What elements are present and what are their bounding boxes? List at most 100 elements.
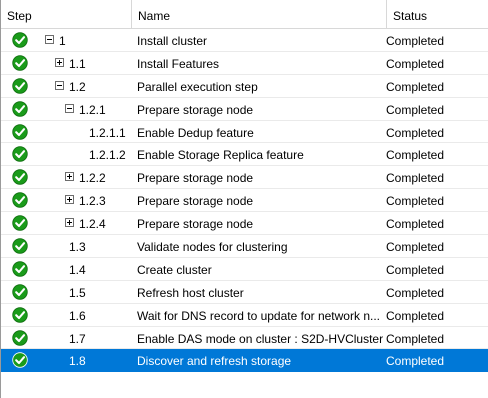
- table-row[interactable]: 1.2.4 Prepare storage node Completed: [1, 212, 488, 236]
- step-number: 1.2.1.2: [89, 148, 126, 163]
- step-name: Enable Dedup feature: [137, 125, 254, 140]
- step-name: Prepare storage node: [137, 194, 254, 209]
- check-icon: [12, 55, 28, 71]
- check-icon: [12, 32, 28, 48]
- table-row[interactable]: 1.3 Validate nodes for clustering Complete…: [1, 235, 488, 258]
- check-icon: [12, 284, 28, 300]
- column-header-name[interactable]: Name: [132, 0, 387, 28]
- table-row[interactable]: 1.2 Parallel execution step Completed: [1, 75, 488, 98]
- table-row[interactable]: 1.2.1.2 Enable Storage Replica feature Com…: [1, 143, 488, 167]
- step-cell: 1.6: [1, 304, 132, 326]
- step-name: Prepare storage node: [137, 102, 254, 117]
- step-name: Prepare storage node: [137, 217, 254, 232]
- step-number: 1.6: [69, 308, 86, 323]
- collapse-icon[interactable]: [45, 35, 54, 44]
- check-icon: [12, 169, 28, 186]
- step-name: Install cluster: [137, 34, 208, 48]
- table-row[interactable]: 1.7 Enable DAS mode on cluster : S2D-HVCl…: [1, 327, 488, 350]
- grid-header: Step Name Status: [1, 0, 488, 29]
- step-cell: 1.2.2: [1, 166, 132, 188]
- column-header-step[interactable]: Step: [1, 0, 132, 28]
- step-number: 1.8: [69, 354, 86, 369]
- step-status: Completed: [386, 194, 445, 209]
- table-row[interactable]: 1.4 Create cluster Completed: [1, 258, 488, 281]
- step-number: 1.2.4: [79, 217, 106, 232]
- step-name: Wait for DNS record to update for networ…: [137, 308, 380, 323]
- column-header-status[interactable]: Status: [387, 0, 488, 28]
- collapse-icon[interactable]: [65, 103, 74, 113]
- step-number: 1.2.1: [79, 102, 106, 117]
- step-name: Enable DAS mode on cluster : S2D-HVClust…: [137, 331, 384, 346]
- step-cell: 1.2.4: [1, 212, 132, 234]
- step-number: 1.4: [69, 262, 86, 277]
- check-icon: [12, 146, 28, 163]
- step-number: 1.5: [69, 285, 86, 300]
- step-number: 1.3: [69, 240, 86, 255]
- step-cell: 1.2.1: [1, 98, 132, 120]
- step-status: Completed: [386, 171, 445, 186]
- step-cell: 1.2: [1, 75, 132, 97]
- step-status: Completed: [386, 79, 445, 94]
- grid-rows: 1 Install cluster Completed 1.1 Install Feat…: [1, 29, 488, 373]
- step-cell: 1: [1, 29, 132, 51]
- step-cell: 1.3: [1, 235, 132, 257]
- step-name: Install Features: [137, 56, 220, 71]
- step-name: Create cluster: [137, 262, 212, 277]
- step-status: Completed: [386, 262, 445, 277]
- expand-icon[interactable]: [65, 195, 74, 205]
- step-name: Validate nodes for clustering: [137, 240, 288, 255]
- table-row[interactable]: 1 Install cluster Completed: [1, 29, 488, 52]
- step-cell: 1.4: [1, 258, 132, 280]
- step-status: Completed: [386, 240, 445, 255]
- step-number: 1.2: [69, 79, 86, 94]
- step-status: Completed: [386, 148, 445, 163]
- step-name: Refresh host cluster: [137, 285, 244, 300]
- check-icon: [12, 192, 28, 208]
- expand-icon[interactable]: [55, 57, 64, 67]
- table-row[interactable]: 1.8 Discover and refresh storage Completed: [1, 349, 488, 373]
- job-steps-grid: Step Name Status 1 Install cluster Complet…: [0, 0, 488, 398]
- table-row[interactable]: 1.1 Install Features Completed: [1, 52, 488, 75]
- step-cell: 1.5: [1, 281, 132, 303]
- expand-icon[interactable]: [65, 218, 74, 228]
- step-cell: 1.2.1.1: [1, 121, 132, 143]
- check-icon: [12, 352, 28, 369]
- table-row[interactable]: 1.5 Refresh host cluster Completed: [1, 281, 488, 304]
- check-icon: [12, 306, 28, 323]
- check-icon: [12, 261, 28, 277]
- step-number: 1.1: [69, 56, 86, 71]
- check-icon: [12, 78, 28, 94]
- check-icon: [12, 100, 28, 117]
- check-icon: [12, 215, 28, 231]
- step-cell: 1.8: [1, 349, 132, 371]
- table-row[interactable]: 1.2.1 Prepare storage node Completed: [1, 98, 488, 121]
- step-status: Completed: [386, 308, 445, 323]
- step-status: Completed: [386, 102, 445, 117]
- check-icon: [12, 123, 28, 140]
- table-row[interactable]: 1.2.1.1 Enable Dedup feature Completed: [1, 121, 488, 144]
- expand-icon[interactable]: [65, 172, 74, 182]
- step-cell: 1.2.3: [1, 189, 132, 211]
- check-icon: [12, 329, 28, 346]
- table-row[interactable]: 1.2.2 Prepare storage node Completed: [1, 166, 488, 190]
- collapse-icon[interactable]: [55, 80, 64, 90]
- step-cell: 1.7: [1, 327, 132, 349]
- step-status: Completed: [386, 354, 445, 369]
- check-icon: [12, 238, 28, 254]
- step-number: 1.2.3: [79, 194, 106, 209]
- step-name: Enable Storage Replica feature: [137, 148, 304, 163]
- step-status: Completed: [386, 34, 445, 48]
- step-status: Completed: [386, 56, 445, 71]
- step-name: Prepare storage node: [137, 171, 254, 186]
- step-name: Discover and refresh storage: [137, 354, 292, 369]
- step-status: Completed: [386, 125, 445, 140]
- table-row[interactable]: 1.2.3 Prepare storage node Completed: [1, 189, 488, 213]
- step-status: Completed: [386, 331, 445, 346]
- step-number: 1.7: [69, 331, 86, 346]
- step-cell: 1.1: [1, 52, 132, 74]
- step-number: 1: [59, 34, 66, 48]
- step-number: 1.2.2: [79, 171, 106, 186]
- step-cell: 1.2.1.2: [1, 143, 132, 165]
- step-number: 1.2.1.1: [89, 125, 126, 140]
- table-row[interactable]: 1.6 Wait for DNS record to update for net…: [1, 304, 488, 327]
